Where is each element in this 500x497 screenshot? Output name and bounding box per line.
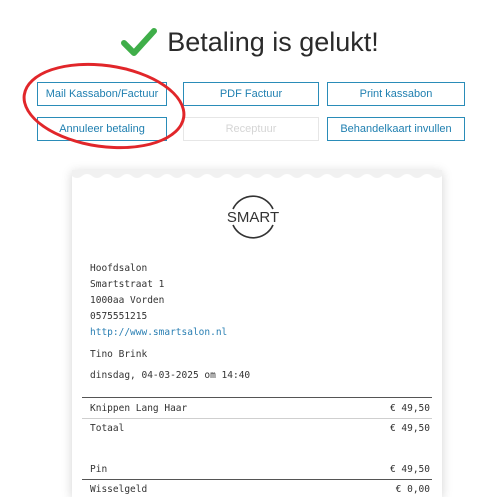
divider [82, 418, 432, 419]
print-receipt-button[interactable]: Print kassabon [327, 82, 465, 106]
salon-street: Smartstraat 1 [90, 279, 165, 290]
item-amount: € 49,50 [389, 403, 430, 414]
pdf-invoice-button[interactable]: PDF Factuur [183, 82, 319, 106]
payment-amount: € 49,50 [389, 464, 430, 475]
salon-logo: SMART [218, 190, 288, 242]
salon-name: Hoofdsalon [90, 263, 148, 274]
total-amount: € 49,50 [389, 423, 430, 434]
item-name: Knippen Lang Haar [90, 403, 188, 414]
payment-method-label: Pin [90, 464, 108, 475]
treatment-card-button[interactable]: Behandelkaart invullen [327, 117, 465, 141]
salon-website-link[interactable]: http://www.smartsalon.nl [90, 327, 227, 338]
annotation-circle [16, 52, 192, 160]
change-amount: € 0,00 [395, 484, 430, 495]
logo-text: SMART [227, 209, 279, 226]
receipt-tear-edge [72, 170, 442, 178]
checkmark-icon [121, 28, 158, 56]
change-label: Wisselgeld [90, 484, 148, 495]
payment-success-header: Betaling is gelukt! [0, 20, 500, 64]
salon-phone: 0575551215 [90, 311, 148, 322]
cancel-payment-button[interactable]: Annuleer betaling [37, 117, 167, 141]
receipt: SMART Hoofdsalon Smartstraat 1 1000aa Vo… [72, 170, 442, 497]
divider [82, 397, 432, 398]
total-label: Totaal [90, 423, 125, 434]
page-title: Betaling is gelukt! [167, 26, 379, 57]
mail-receipt-button[interactable]: Mail Kassabon/Factuur [37, 82, 167, 106]
salon-city: 1000aa Vorden [90, 295, 165, 306]
receipt-datetime: dinsdag, 04-03-2025 om 14:40 [90, 370, 251, 381]
employee-name: Tino Brink [90, 349, 148, 360]
prescription-button: Receptuur [183, 117, 319, 141]
divider [82, 479, 432, 480]
